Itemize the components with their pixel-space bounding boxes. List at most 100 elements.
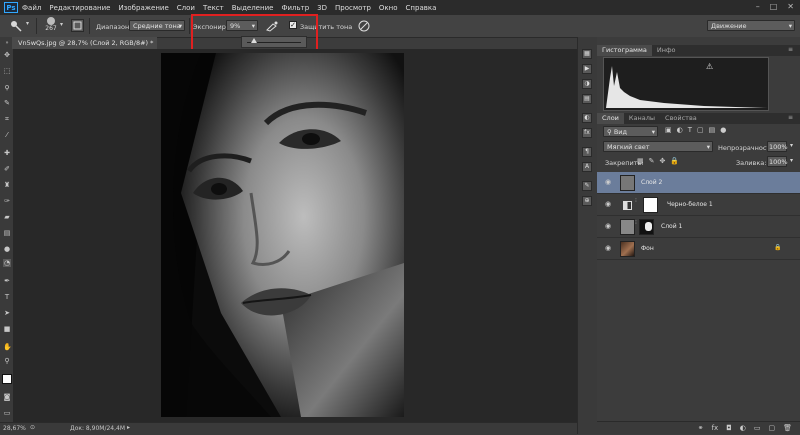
healing-brush-tool-icon[interactable]: ✚ — [3, 149, 11, 157]
menu-help[interactable]: Справка — [406, 4, 437, 12]
foreground-color-swatch[interactable] — [2, 374, 12, 384]
zoom-level[interactable]: 28,67% — [3, 425, 26, 432]
blur-tool-icon[interactable]: ● — [3, 245, 11, 253]
layer-name[interactable]: Слой 1 — [661, 223, 682, 230]
quick-select-tool-icon[interactable]: ✎ — [3, 99, 11, 107]
mask-icon[interactable]: ◘ — [726, 422, 732, 434]
brush-panel-icon[interactable]: ✎ — [582, 181, 592, 191]
clone-stamp-tool-icon[interactable]: ♜ — [3, 181, 11, 189]
filter-pixel-icon[interactable]: ▣ — [665, 126, 672, 134]
tab-info[interactable]: Инфо — [652, 45, 681, 56]
menu-3d[interactable]: 3D — [317, 4, 327, 12]
dodge-tool-icon[interactable] — [10, 20, 22, 32]
character-panel-icon[interactable]: A — [582, 162, 592, 172]
adjustment-icon[interactable]: ◐ — [740, 422, 746, 434]
tab-layers[interactable]: Слои — [597, 113, 624, 124]
hand-tool-icon[interactable]: ✋ — [3, 343, 12, 351]
workspace-dropdown[interactable]: Движение ▾ — [707, 20, 795, 31]
menu-image[interactable]: Изображение — [118, 4, 168, 12]
layer-filter-dropdown[interactable]: ⚲ Вид ▾ — [603, 126, 658, 137]
filter-adjustment-icon[interactable]: ◐ — [677, 126, 683, 134]
history-panel-icon[interactable]: ▦ — [582, 49, 592, 59]
history-brush-tool-icon[interactable]: ✑ — [3, 197, 11, 205]
filter-toggle-icon[interactable]: ● — [720, 126, 726, 134]
adjustments-panel-icon[interactable]: ◐ — [582, 113, 592, 123]
layer-name[interactable]: Черно-белое 1 — [667, 201, 713, 208]
actions-panel-icon[interactable]: ▶ — [582, 64, 592, 74]
tab-histogram[interactable]: Гистограмма — [597, 45, 652, 56]
fill-chevron-icon[interactable]: ▾ — [790, 157, 793, 164]
crop-tool-icon[interactable]: ⌗ — [3, 115, 11, 123]
clone-source-panel-icon[interactable]: ⊕ — [582, 196, 592, 206]
layer-mask-thumbnail[interactable] — [639, 219, 654, 235]
filter-shape-icon[interactable]: ▢ — [697, 126, 704, 134]
filter-smart-object-icon[interactable]: ▤ — [709, 126, 716, 134]
menu-layers[interactable]: Слои — [177, 4, 195, 12]
type-tool-icon[interactable]: T — [3, 293, 11, 301]
layer-name[interactable]: Слой 2 — [641, 179, 662, 186]
fx-icon[interactable]: fx — [712, 422, 719, 434]
tool-preset-chevron-icon[interactable]: ▾ — [26, 20, 29, 27]
link-icon[interactable]: ⚭ — [698, 422, 704, 434]
color-panel-icon[interactable]: ◑ — [582, 79, 592, 89]
blend-mode-dropdown[interactable]: Мягкий свет ▾ — [603, 141, 713, 152]
menu-filter[interactable]: Фильтр — [281, 4, 309, 12]
eye-icon[interactable]: ◉ — [605, 223, 613, 230]
group-icon[interactable]: ▭ — [754, 422, 761, 434]
eye-icon[interactable]: ◉ — [605, 179, 613, 186]
menu-edit[interactable]: Редактирование — [49, 4, 110, 12]
gradient-tool-icon[interactable]: ▤ — [3, 229, 11, 237]
lasso-tool-icon[interactable]: ϙ — [3, 83, 11, 91]
brush-tool-icon[interactable]: ✐ — [3, 165, 11, 173]
menu-type[interactable]: Текст — [203, 4, 224, 12]
fill-input[interactable]: 100% — [767, 156, 788, 167]
tab-properties[interactable]: Свойства — [660, 113, 702, 124]
brush-preset-picker[interactable]: 267 — [43, 17, 59, 35]
pen-tool-icon[interactable]: ✒ — [3, 277, 11, 285]
rectangle-tool-icon[interactable]: ■ — [3, 325, 11, 333]
document-tab[interactable]: Vn5wQs.jpg @ 28,7% (Слой 2, RGB/8#) * — [12, 37, 157, 49]
eraser-tool-icon[interactable]: ▰ — [3, 213, 11, 221]
brush-panel-toggle-button[interactable] — [71, 19, 84, 32]
minimize-button[interactable]: – — [756, 2, 760, 11]
path-select-tool-icon[interactable]: ➤ — [3, 309, 11, 317]
zoom-tool-icon[interactable]: ⚲ — [3, 357, 11, 365]
menu-select[interactable]: Выделение — [232, 4, 274, 12]
layer-row-black-white[interactable]: ◉ ⁝ Черно-белое 1 — [597, 194, 800, 216]
trash-icon[interactable]: 🗑 — [783, 422, 792, 434]
layer-row-background[interactable]: ◉ Фон 🔒 — [597, 238, 800, 260]
menu-file[interactable]: Файл — [22, 4, 41, 12]
lock-image-icon[interactable]: ✎ — [649, 157, 655, 165]
lock-transparent-icon[interactable]: ▦ — [637, 157, 644, 165]
close-button[interactable]: ✕ — [787, 2, 794, 11]
maximize-button[interactable]: □ — [770, 2, 778, 11]
quick-mask-icon[interactable]: ◙ — [3, 393, 11, 401]
paragraph-panel-icon[interactable]: ¶ — [582, 147, 592, 157]
opacity-input[interactable]: 100% — [767, 141, 788, 152]
layer-row-layer1[interactable]: ◉ ⁝ Слой 1 — [597, 216, 800, 238]
opacity-chevron-icon[interactable]: ▾ — [790, 142, 793, 149]
menu-view[interactable]: Просмотр — [335, 4, 371, 12]
layer-row-layer2[interactable]: ◉ Слой 2 — [597, 172, 800, 194]
lock-position-icon[interactable]: ✥ — [660, 157, 666, 165]
eye-icon[interactable]: ◉ — [605, 245, 613, 252]
range-dropdown[interactable]: Средние тона ▾ — [129, 20, 185, 31]
collapse-arrows-icon[interactable]: » — [3, 39, 11, 47]
new-layer-icon[interactable]: ▢ — [768, 422, 775, 434]
marquee-tool-icon[interactable]: ⬚ — [3, 67, 11, 75]
eyedropper-tool-icon[interactable]: ⁄ — [3, 131, 11, 139]
lock-all-icon[interactable]: 🔒 — [670, 157, 679, 165]
tab-channels[interactable]: Каналы — [624, 113, 660, 124]
filter-type-icon[interactable]: T — [688, 126, 692, 134]
panel-menu-icon[interactable]: ≡ — [788, 114, 793, 121]
panel-menu-icon[interactable]: ≡ — [788, 46, 793, 53]
dodge-tool-icon[interactable]: ◔ — [3, 259, 11, 267]
screen-mode-icon[interactable]: ▭ — [3, 409, 11, 417]
pressure-size-icon[interactable] — [357, 19, 371, 33]
swatches-panel-icon[interactable]: ▤ — [582, 94, 592, 104]
chain-link-icon[interactable]: ⁝ — [635, 197, 639, 213]
portrait-photo[interactable] — [161, 53, 404, 417]
histogram-warning-icon[interactable]: ⚠ — [706, 62, 713, 71]
move-tool-icon[interactable]: ✥ — [3, 51, 11, 59]
menu-window[interactable]: Окно — [379, 4, 398, 12]
